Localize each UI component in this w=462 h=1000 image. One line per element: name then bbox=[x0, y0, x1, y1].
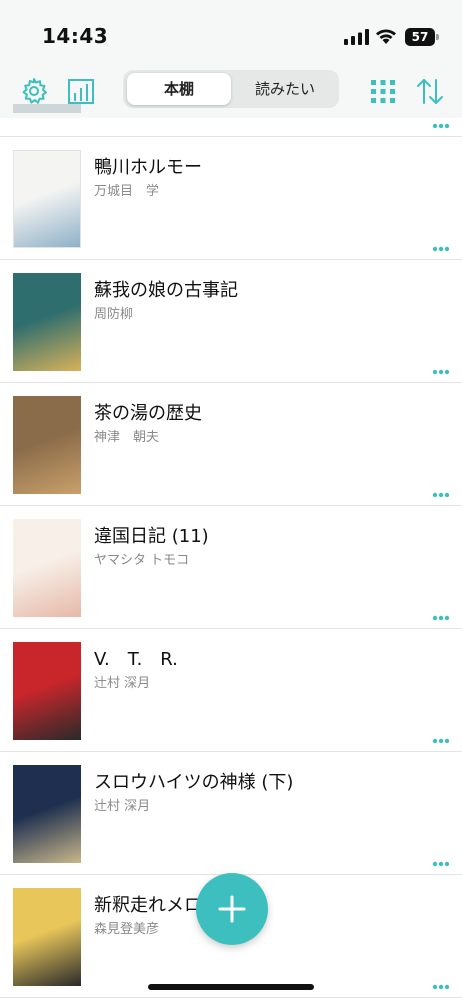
book-author: 辻村 深月 bbox=[94, 676, 151, 691]
home-indicator bbox=[148, 984, 314, 990]
book-cover bbox=[13, 150, 81, 248]
book-author: 神津 朝夫 bbox=[94, 430, 160, 445]
book-title: V. T. R. bbox=[94, 649, 178, 670]
list-item[interactable]: 鴨川ホルモー万城目 学 bbox=[0, 137, 462, 260]
list-item-partial[interactable] bbox=[0, 0, 462, 137]
book-cover bbox=[13, 888, 81, 986]
plus-icon bbox=[218, 895, 246, 923]
more-options-icon[interactable] bbox=[432, 615, 450, 621]
book-cover bbox=[13, 642, 81, 740]
more-options-icon[interactable] bbox=[432, 984, 450, 990]
book-author: 万城目 学 bbox=[94, 184, 160, 199]
book-author: ヤマシタ トモコ bbox=[94, 553, 190, 568]
more-options-icon[interactable] bbox=[432, 861, 450, 867]
book-author: 周防柳 bbox=[94, 307, 134, 322]
more-options-icon[interactable] bbox=[432, 492, 450, 498]
book-author: 辻村 深月 bbox=[94, 799, 151, 814]
book-author: 森見登美彦 bbox=[94, 922, 160, 937]
book-title: 茶の湯の歴史 bbox=[94, 403, 202, 424]
list-item[interactable]: スロウハイツの神様 (下) 辻村 深月 bbox=[0, 752, 462, 875]
book-cover bbox=[13, 273, 81, 371]
list-item[interactable]: 蘇我の娘の古事記周防柳 bbox=[0, 260, 462, 383]
book-title: スロウハイツの神様 (下) bbox=[94, 772, 294, 793]
book-cover bbox=[13, 519, 81, 617]
book-cover bbox=[13, 396, 81, 494]
list-item[interactable]: 茶の湯の歴史神津 朝夫 bbox=[0, 383, 462, 506]
book-title: 鴨川ホルモー bbox=[94, 157, 202, 178]
list-item[interactable]: V. T. R. 辻村 深月 bbox=[0, 629, 462, 752]
add-book-button[interactable] bbox=[196, 873, 268, 945]
list-item[interactable]: 違国日記 (11) ヤマシタ トモコ bbox=[0, 506, 462, 629]
more-options-icon[interactable] bbox=[432, 123, 450, 129]
book-title: 蘇我の娘の古事記 bbox=[94, 280, 238, 301]
book-title: 違国日記 (11) bbox=[94, 526, 209, 547]
book-cover bbox=[13, 765, 81, 863]
more-options-icon[interactable] bbox=[432, 246, 450, 252]
book-cover bbox=[13, 104, 81, 113]
more-options-icon[interactable] bbox=[432, 369, 450, 375]
more-options-icon[interactable] bbox=[432, 738, 450, 744]
